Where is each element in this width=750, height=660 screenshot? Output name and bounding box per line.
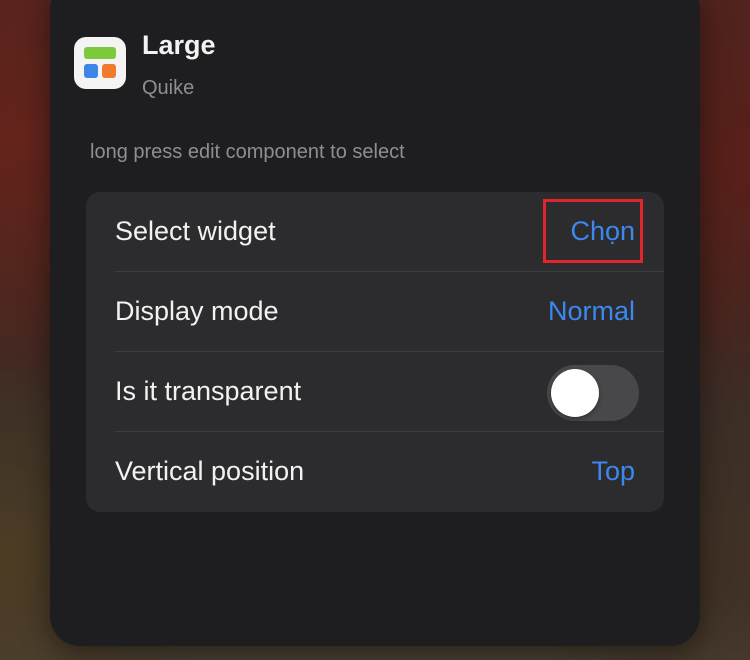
transparent-toggle[interactable]	[547, 365, 639, 421]
row-display-mode[interactable]: Display mode Normal	[86, 272, 664, 352]
settings-group: Select widget Chọn Display mode Normal I…	[86, 192, 664, 512]
row-transparent: Is it transparent	[86, 352, 664, 432]
icon-orange-block	[102, 64, 116, 78]
widget-title: Large	[142, 30, 216, 60]
display-mode-label: Display mode	[115, 296, 279, 326]
vertical-position-label: Vertical position	[115, 456, 305, 486]
app-developer: Quike	[142, 77, 195, 99]
widget-app-icon	[74, 37, 126, 89]
select-widget-label: Select widget	[115, 216, 276, 246]
vertical-position-value[interactable]: Top	[591, 456, 635, 487]
highlight-annotation	[543, 199, 643, 263]
instruction-hint: long press edit component to select	[90, 141, 405, 163]
row-vertical-position[interactable]: Vertical position Top	[86, 432, 664, 512]
display-mode-value[interactable]: Normal	[548, 296, 635, 327]
widget-config-card: Large Quike long press edit component to…	[50, 0, 700, 646]
icon-green-block	[84, 47, 116, 59]
row-select-widget[interactable]: Select widget Chọn	[86, 192, 664, 272]
toggle-knob	[551, 369, 599, 417]
icon-blue-block	[84, 64, 98, 78]
transparent-label: Is it transparent	[115, 376, 302, 406]
